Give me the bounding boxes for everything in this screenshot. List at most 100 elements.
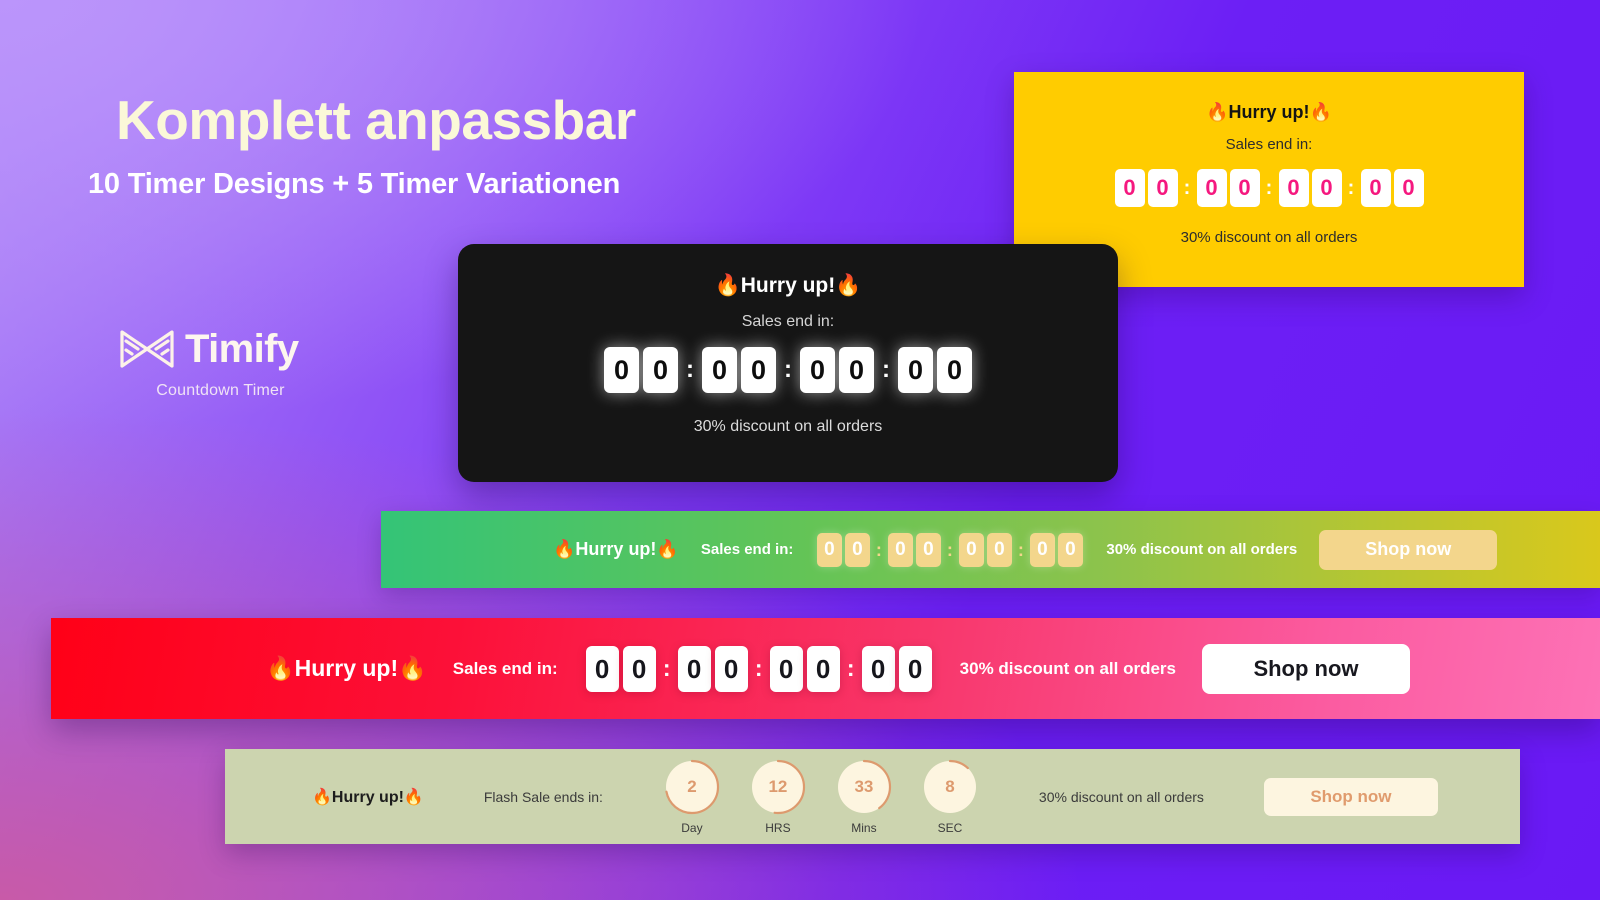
digit-group: 00 [676, 645, 750, 692]
timer-bar-content: 🔥Hurry up!🔥 Sales end in: 00:00:00:00 30… [553, 529, 1498, 570]
hurry-heading: 🔥Hurry up!🔥 [458, 274, 1118, 298]
digit-tile: 0 [604, 347, 639, 393]
brand-logo-row: Timify [118, 328, 368, 370]
digit-separator: : [754, 655, 763, 681]
discount-text: 30% discount on all orders [1106, 541, 1298, 558]
page-subtitle: 10 Timer Designs + 5 Timer Variationen [88, 167, 621, 200]
digit-tile: 0 [1196, 169, 1227, 207]
digit-separator: : [875, 539, 882, 560]
unit-label: SEC [937, 821, 963, 835]
fire-icon: 🔥 [266, 655, 295, 681]
sales-label: Sales end in: [1225, 136, 1313, 153]
fire-icon: 🔥 [1309, 102, 1332, 122]
digit-tile: 0 [800, 347, 835, 393]
digit-tile: 0 [1029, 532, 1055, 567]
fire-icon: 🔥 [714, 274, 741, 297]
digit-tile: 0 [741, 347, 776, 393]
hurry-heading: 🔥Hurry up!🔥 [312, 787, 424, 807]
digit-group: 00 [602, 347, 680, 393]
sales-label: Flash Sale ends in: [483, 788, 603, 805]
digit-tile: 0 [769, 645, 803, 692]
digit-tile: 0 [1114, 169, 1145, 207]
digit-separator: : [686, 356, 694, 383]
digit-separator: : [662, 655, 671, 681]
digit-tile: 0 [714, 645, 748, 692]
fire-icon: 🔥 [312, 788, 332, 806]
timer-card-dark: 🔥Hurry up!🔥 Sales end in: 00:00:00:00 30… [458, 244, 1118, 482]
digit-group: 00 [584, 645, 658, 692]
hurry-heading: 🔥Hurry up!🔥 [266, 655, 427, 682]
progress-ring: 12 [749, 758, 807, 816]
digit-tile: 0 [937, 347, 972, 393]
digit-tile: 0 [806, 645, 840, 692]
digit-separator: : [1017, 539, 1024, 560]
page-title: Komplett anpassbar [116, 89, 636, 151]
promo-canvas: Komplett anpassbar 10 Timer Designs + 5 … [0, 0, 1600, 900]
hurry-heading: 🔥Hurry up!🔥 [553, 539, 679, 560]
progress-ring: 2 [663, 758, 721, 816]
countdown-circles: 2 Day 12 HRS 33 Mins 8 SEC [663, 758, 979, 835]
discount-text: 30% discount on all orders [1038, 788, 1204, 805]
digit-group: 00 [1359, 169, 1425, 207]
digit-group: 00 [860, 645, 934, 692]
countdown-digits: 00:00:00:00 [815, 532, 1084, 567]
fire-icon: 🔥 [403, 788, 424, 806]
digit-tile: 0 [958, 532, 984, 567]
digit-tile: 0 [898, 347, 933, 393]
hurry-text: Hurry up! [575, 539, 657, 559]
digit-separator: : [846, 655, 855, 681]
hourglass-bowtie-icon [118, 328, 176, 370]
countdown-unit: 2 Day [663, 758, 721, 835]
progress-ring: 8 [921, 758, 979, 816]
digit-tile: 0 [585, 645, 619, 692]
digit-tile: 0 [915, 532, 941, 567]
unit-value: 12 [768, 777, 788, 796]
digit-tile: 0 [816, 532, 842, 567]
sales-label: Sales end in: [741, 313, 835, 330]
timer-bar-green: 🔥Hurry up!🔥 Sales end in: 00:00:00:00 30… [381, 511, 1600, 588]
digit-tile: 0 [622, 645, 656, 692]
hurry-heading: 🔥Hurry up!🔥 [1014, 102, 1524, 123]
digit-group: 00 [1277, 169, 1343, 207]
digit-tile: 0 [887, 532, 913, 567]
timer-bar-red: 🔥Hurry up!🔥 Sales end in: 00:00:00:00 30… [51, 618, 1600, 719]
digit-group: 00 [1195, 169, 1261, 207]
fire-icon: 🔥 [553, 539, 576, 559]
digit-group: 00 [1113, 169, 1179, 207]
digit-tile: 0 [844, 532, 870, 567]
shop-now-button[interactable]: Shop now [1263, 777, 1438, 816]
digit-group: 00 [768, 645, 842, 692]
shop-now-button[interactable]: Shop now [1319, 529, 1498, 570]
timer-bar-content: 🔥Hurry up!🔥 Flash Sale ends in: 2 Day 12 HR… [312, 758, 1438, 835]
fire-icon: 🔥 [835, 274, 862, 297]
unit-value: 2 [687, 777, 697, 796]
hurry-text: Hurry up! [294, 655, 399, 681]
digit-separator: : [784, 356, 792, 383]
unit-label: HRS [765, 821, 791, 835]
digit-tile: 0 [1393, 169, 1424, 207]
digit-tile: 0 [643, 347, 678, 393]
digit-tile: 0 [1057, 532, 1083, 567]
timer-bar-sage: 🔥Hurry up!🔥 Flash Sale ends in: 2 Day 12 HR… [225, 749, 1520, 844]
digit-tile: 0 [898, 645, 932, 692]
digit-tile: 0 [1278, 169, 1309, 207]
digit-separator: : [946, 539, 953, 560]
unit-label: Mins [851, 821, 877, 835]
sales-label: Sales end in: [452, 658, 558, 678]
digit-tile: 0 [861, 645, 895, 692]
digit-separator: : [1183, 177, 1191, 199]
digit-tile: 0 [1229, 169, 1260, 207]
digit-tile: 0 [677, 645, 711, 692]
progress-ring: 33 [835, 758, 893, 816]
digit-tile: 0 [1311, 169, 1342, 207]
countdown-digits: 00:00:00:00 [458, 347, 1118, 393]
unit-value: 33 [854, 777, 874, 796]
hurry-text: Hurry up! [331, 788, 404, 806]
brand-logo: Timify Countdown Timer [118, 328, 368, 400]
sales-label: Sales end in: [700, 541, 794, 558]
fire-icon: 🔥 [656, 539, 679, 559]
digit-group: 00 [957, 532, 1013, 567]
shop-now-button[interactable]: Shop now [1201, 643, 1410, 694]
digit-group: 00 [815, 532, 871, 567]
hurry-text: Hurry up! [740, 274, 836, 297]
